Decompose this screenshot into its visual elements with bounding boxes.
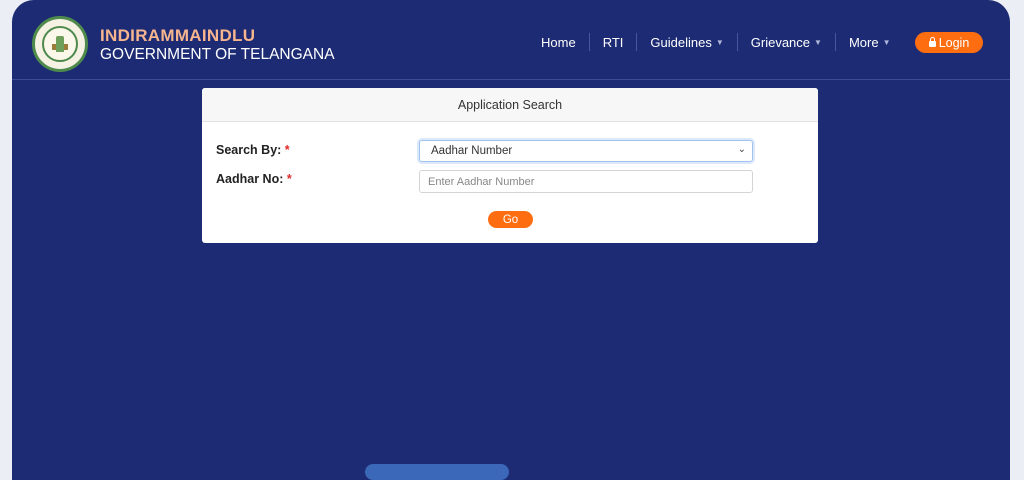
required-mark: * — [284, 143, 290, 157]
nav-guidelines[interactable]: Guidelines ▼ — [636, 33, 736, 51]
caret-down-icon: ▼ — [715, 37, 724, 47]
telangana-emblem-icon[interactable] — [32, 16, 88, 72]
emblem-inner — [42, 26, 78, 62]
brand-title: INDIRAMMAINDLU — [100, 26, 256, 45]
page-frame: INDIRAMMAINDLU GOVERNMENT OF TELANGANA H… — [12, 0, 1010, 480]
header: INDIRAMMAINDLU GOVERNMENT OF TELANGANA H… — [12, 0, 1010, 80]
emblem-tower — [56, 36, 64, 52]
nav-grievance[interactable]: Grievance ▼ — [736, 33, 835, 51]
nav-grievance-label: Grievance — [750, 34, 811, 50]
nav-more[interactable]: More ▼ — [834, 33, 904, 51]
search-by-label: Search By: * — [216, 143, 290, 157]
aadhar-placeholder: Enter Aadhar Number — [428, 175, 535, 188]
caret-down-icon: ▼ — [814, 37, 822, 47]
caret-down-icon: ▼ — [882, 37, 891, 47]
chevron-down-icon: ⌄ — [737, 144, 746, 155]
brand-subtitle: GOVERNMENT OF TELANGANA — [100, 46, 335, 63]
nav-rti[interactable]: RTI — [588, 33, 637, 51]
nav-more-label: More — [848, 34, 879, 50]
main-nav: Home RTI Guidelines ▼ Grievance ▼ More ▼ — [528, 33, 903, 51]
nav-rti-label: RTI — [602, 34, 624, 50]
login-label: Login — [938, 35, 970, 50]
search-by-label-text: Search By: — [216, 143, 282, 157]
nav-home[interactable]: Home — [528, 33, 589, 51]
floating-button[interactable] — [365, 464, 509, 480]
login-button[interactable]: Login — [915, 32, 983, 53]
search-by-select[interactable]: Aadhar Number ⌄ — [419, 140, 753, 162]
lock-icon — [928, 36, 936, 47]
required-mark: * — [286, 172, 292, 186]
go-button[interactable]: Go — [488, 211, 533, 228]
card-title: Application Search — [202, 88, 818, 122]
nav-home-label: Home — [541, 34, 576, 50]
nav-guidelines-label: Guidelines — [650, 34, 712, 50]
search-by-value: Aadhar Number — [431, 145, 513, 157]
aadhar-number-input[interactable]: Enter Aadhar Number — [419, 170, 753, 193]
aadhar-label: Aadhar No: * — [216, 172, 292, 186]
go-label: Go — [502, 213, 519, 226]
application-search-card: Application Search Search By: * Aadhar N… — [202, 88, 818, 243]
aadhar-label-text: Aadhar No: — [216, 172, 284, 186]
